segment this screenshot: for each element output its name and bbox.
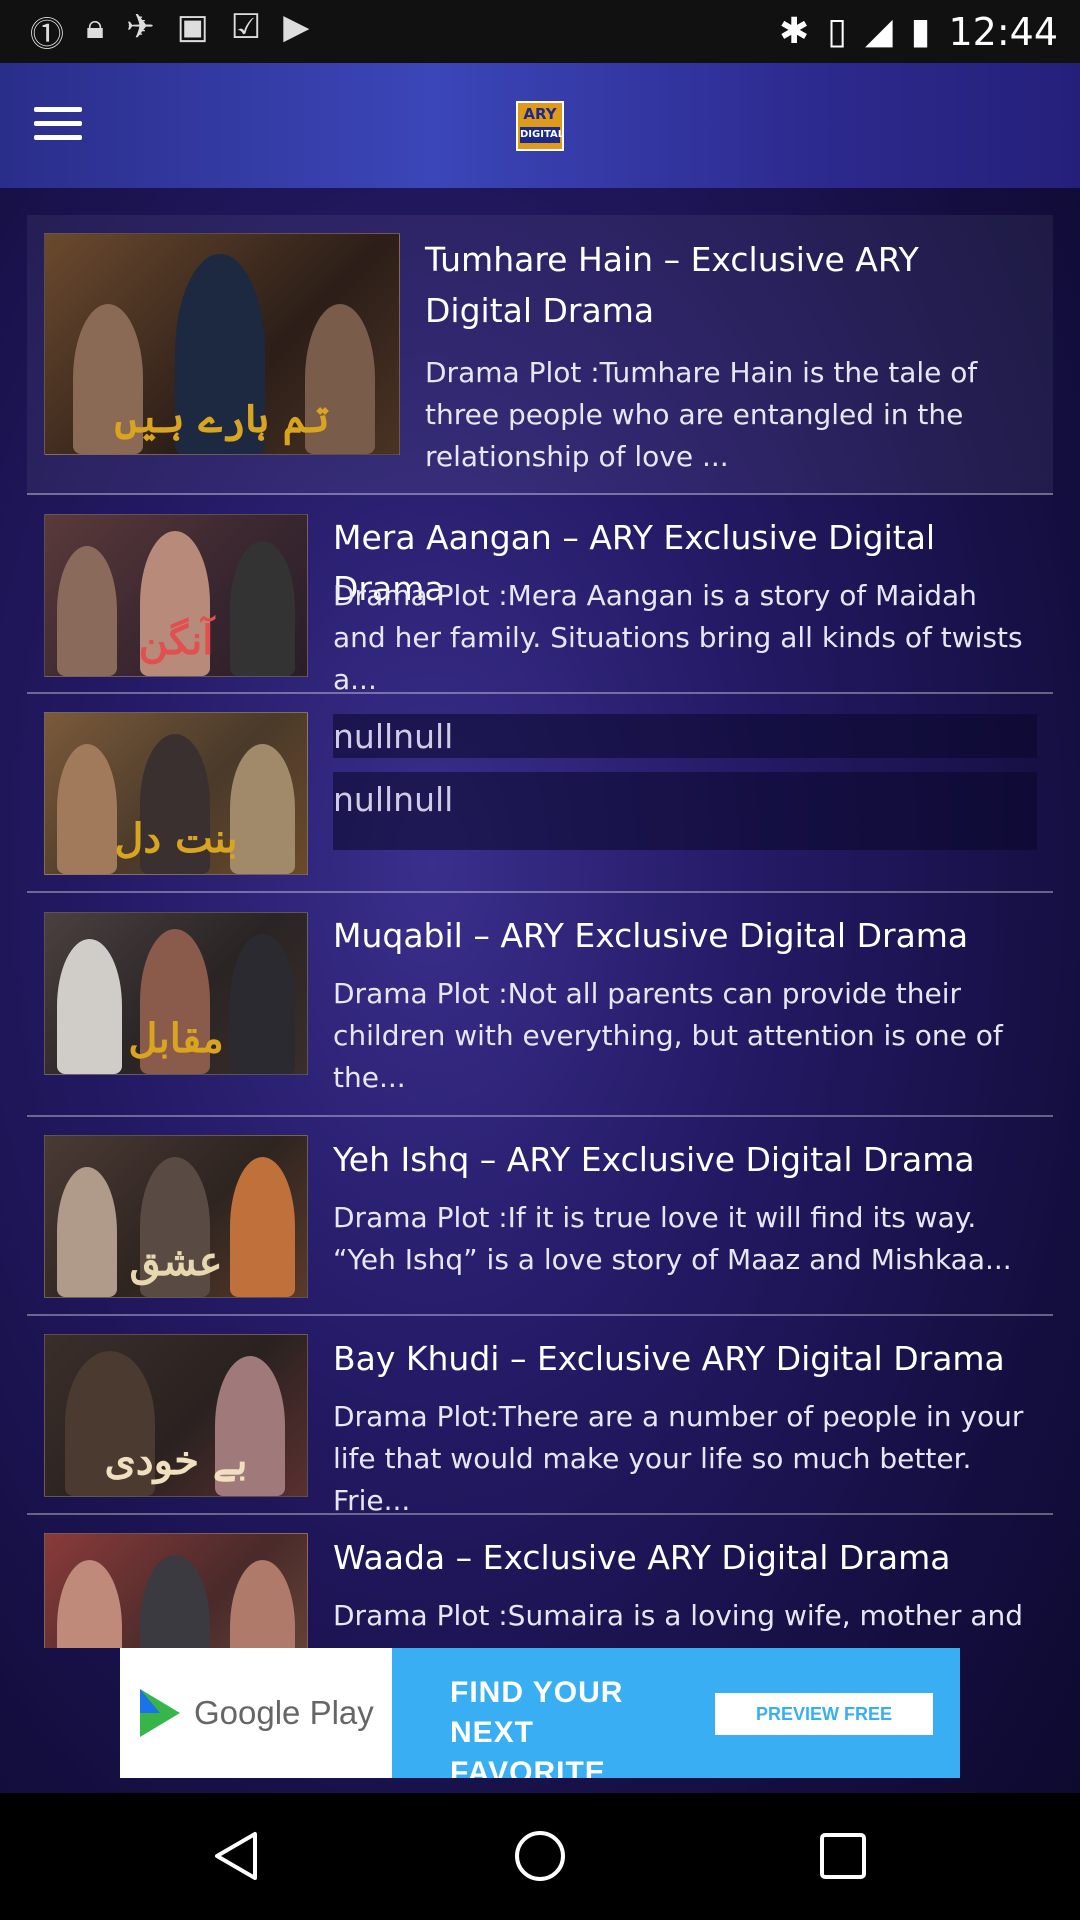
app-screen: ⓵ 🔒︎ ✈︎ ▣ ☑︎ ▶︎ ✱ ▯ ◢ ▮ 12:44 ARY DIGITA… (0, 0, 1080, 1920)
drama-list-item[interactable]: عشق Yeh Ishq – ARY Exclusive Digital Dra… (27, 1117, 1053, 1316)
drama-list-item[interactable]: تم ہارے ہیں Tumhare Hain – Exclusive ARY… (27, 215, 1053, 495)
drama-thumbnail: بے خودی (44, 1334, 308, 1497)
drama-thumbnail (44, 1533, 308, 1648)
status-time: 12:44 (948, 9, 1058, 54)
drama-description: Drama Plot :Not all parents can provide … (333, 977, 1003, 1094)
drama-description: Drama Plot:There are a number of people … (333, 1400, 1024, 1517)
battery-icon: ▮ (910, 11, 931, 52)
youtube-icon: ▶︎ (283, 7, 310, 47)
drama-thumbnail-script: بے خودی (104, 1437, 248, 1484)
app-header: ARY DIGITAL (0, 63, 1080, 188)
drama-title[interactable]: Muqabil – ARY Exclusive Digital Drama (333, 910, 1043, 961)
recent-apps-icon[interactable] (813, 1826, 873, 1886)
notification-icon: ⓵ (30, 15, 64, 55)
ad-headline: FIND YOUR NEXT FAVORITE BOOK (450, 1676, 624, 1778)
logo-text-bottom: DIGITAL (520, 127, 564, 143)
google-play-icon (140, 1689, 180, 1737)
drama-description: Drama Plot :Tumhare Hain is the tale of … (425, 356, 978, 473)
lock-icon: 🔒︎ (86, 7, 105, 47)
back-icon[interactable] (207, 1826, 267, 1886)
drama-title[interactable]: Yeh Ishq – ARY Exclusive Digital Drama (333, 1134, 1043, 1185)
drama-list-item[interactable]: بنت دل nullnull nullnull (27, 694, 1053, 893)
drama-thumbnail-script: عشق (129, 1238, 223, 1285)
drama-description: nullnull (333, 780, 454, 819)
drama-title[interactable]: Waada – Exclusive ARY Digital Drama (333, 1532, 1043, 1583)
navigation-bar (0, 1793, 1080, 1920)
task-icon: ☑︎ (230, 7, 262, 47)
drama-description: Drama Plot :If it is true love it will f… (333, 1201, 1012, 1276)
drama-thumbnail: بنت دل (44, 712, 308, 875)
signal-icon: ◢ (864, 11, 893, 52)
drama-title[interactable]: Bay Khudi – Exclusive ARY Digital Drama (333, 1333, 1043, 1384)
drama-list-item[interactable]: Waada – Exclusive ARY Digital Drama Dram… (27, 1515, 1053, 1648)
google-play-badge: Google Play (120, 1648, 392, 1778)
drama-description: Drama Plot :Sumaira is a loving wife, mo… (333, 1599, 1023, 1632)
drama-thumbnail-script: تم ہارے ہیں (114, 395, 330, 442)
ad-content: FIND YOUR NEXT FAVORITE BOOK PREVIEW FRE… (392, 1648, 960, 1778)
drama-list-item[interactable]: آنگن Mera Aangan – ARY Exclusive Digital… (27, 495, 1053, 696)
drama-thumbnail-script: مقابل (128, 1015, 224, 1062)
logo-text-top: ARY (523, 105, 557, 123)
drama-description: Drama Plot :Mera Aangan is a story of Ma… (333, 579, 1023, 696)
status-left-icons: ⓵ 🔒︎ ✈︎ ▣ ☑︎ ▶︎ (0, 7, 309, 56)
ad-banner[interactable]: Google Play FIND YOUR NEXT FAVORITE BOOK… (120, 1648, 960, 1778)
drama-list-item[interactable]: بے خودی Bay Khudi – Exclusive ARY Digita… (27, 1316, 1053, 1517)
drama-thumbnail-script: آنگن (138, 617, 214, 664)
drama-list-item[interactable]: مقابل Muqabil – ARY Exclusive Digital Dr… (27, 893, 1053, 1117)
fake-gps-icon: ✈︎ (126, 7, 155, 47)
status-right-icons: ✱ ▯ ◢ ▮ 12:44 (779, 10, 1080, 54)
drama-thumbnail: مقابل (44, 912, 308, 1075)
drama-thumbnail: آنگن (44, 514, 308, 677)
google-play-label: Google Play (194, 1694, 374, 1731)
ary-digital-logo: ARY DIGITAL (516, 101, 564, 151)
vibrate-icon: ▯ (827, 11, 847, 52)
drama-thumbnail: تم ہارے ہیں (44, 233, 400, 455)
bluetooth-icon: ✱ (779, 11, 810, 52)
drama-list[interactable]: تم ہارے ہیں Tumhare Hain – Exclusive ARY… (27, 215, 1053, 1648)
calendar-icon: ▣ (176, 7, 209, 47)
status-bar: ⓵ 🔒︎ ✈︎ ▣ ☑︎ ▶︎ ✱ ▯ ◢ ▮ 12:44 (0, 0, 1080, 63)
drama-thumbnail-script: بنت دل (114, 815, 238, 862)
drama-title[interactable]: nullnull (333, 711, 1033, 762)
menu-icon[interactable] (34, 107, 82, 143)
home-icon[interactable] (510, 1826, 570, 1886)
drama-thumbnail: عشق (44, 1135, 308, 1298)
preview-free-button[interactable]: PREVIEW FREE (715, 1693, 933, 1735)
drama-title[interactable]: Tumhare Hain – Exclusive ARY Digital Dra… (425, 234, 1035, 336)
